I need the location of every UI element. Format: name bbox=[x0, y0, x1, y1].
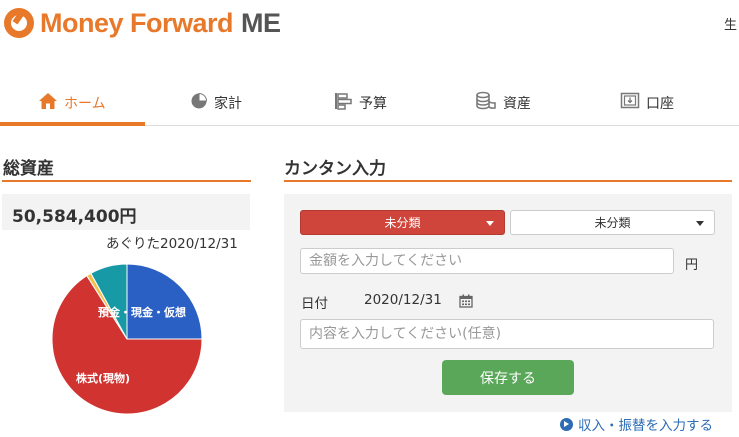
nav-item-label: 資産 bbox=[503, 96, 531, 112]
calendar-icon[interactable] bbox=[459, 293, 473, 308]
coins-icon bbox=[475, 91, 497, 115]
pie-label-stocks: 株式(現物) bbox=[76, 372, 131, 385]
nav-item-household[interactable]: 家計 bbox=[190, 80, 242, 126]
date-label: 日付 bbox=[301, 296, 328, 312]
total-assets-title: 総資産 bbox=[3, 159, 54, 179]
nav-item-label: ホーム bbox=[64, 96, 106, 112]
amount-input[interactable] bbox=[300, 248, 674, 274]
quick-entry-title: カンタン入力 bbox=[284, 159, 386, 179]
pie-svg bbox=[51, 263, 203, 415]
logo-suffix: ME bbox=[241, 7, 281, 38]
nav-active-indicator bbox=[0, 122, 145, 126]
memo-input[interactable] bbox=[300, 319, 714, 349]
category-main-value: 未分類 bbox=[384, 216, 421, 230]
assets-date-note: あぐりた2020/12/31 bbox=[106, 236, 238, 252]
category-sub-value: 未分類 bbox=[594, 216, 631, 230]
account-icon bbox=[620, 92, 640, 114]
chevron-down-icon bbox=[486, 221, 494, 226]
save-button[interactable]: 保存する bbox=[442, 360, 574, 395]
main-nav: ホーム 家計 予算 資産 口座 bbox=[0, 80, 739, 126]
nav-item-home[interactable]: ホーム bbox=[38, 80, 106, 126]
nav-item-assets[interactable]: 資産 bbox=[475, 80, 531, 126]
pie-chart-icon bbox=[190, 92, 208, 114]
date-value[interactable]: 2020/12/31 bbox=[364, 292, 442, 308]
arrow-circle-icon bbox=[560, 417, 573, 431]
user-menu-link[interactable]: 生 bbox=[724, 14, 737, 33]
budget-icon bbox=[333, 91, 353, 115]
currency-unit: 円 bbox=[685, 258, 699, 273]
quick-entry-panel: 未分類 未分類 円 日付 2020/12/31 保存する bbox=[284, 194, 732, 412]
nav-item-label: 口座 bbox=[646, 96, 674, 112]
total-assets-rule bbox=[2, 180, 251, 182]
total-assets-box: 50,584,400円 bbox=[2, 194, 250, 230]
nav-item-label: 家計 bbox=[214, 96, 242, 112]
pie-label-deposits: 預金・現金・仮想 bbox=[98, 306, 186, 319]
assets-pie-chart: 預金・現金・仮想 株式(現物) bbox=[50, 262, 204, 416]
category-main-select[interactable]: 未分類 bbox=[300, 210, 505, 235]
logo[interactable]: Money Forward ME bbox=[4, 6, 281, 40]
quick-entry-rule bbox=[284, 180, 732, 182]
logo-text: Money Forward bbox=[40, 7, 234, 38]
nav-item-accounts[interactable]: 口座 bbox=[620, 80, 674, 126]
total-assets-value: 50,584,400円 bbox=[12, 207, 137, 227]
category-sub-select[interactable]: 未分類 bbox=[510, 210, 715, 235]
income-transfer-link[interactable]: 収入・振替を入力する bbox=[560, 414, 713, 434]
nav-item-label: 予算 bbox=[359, 96, 387, 112]
logo-mark-icon bbox=[4, 8, 34, 38]
chevron-down-icon bbox=[696, 221, 704, 226]
pie-slice-deposits bbox=[126, 263, 203, 340]
income-transfer-link-label: 収入・振替を入力する bbox=[578, 418, 713, 434]
nav-item-budget[interactable]: 予算 bbox=[333, 80, 387, 126]
home-icon bbox=[38, 92, 58, 114]
